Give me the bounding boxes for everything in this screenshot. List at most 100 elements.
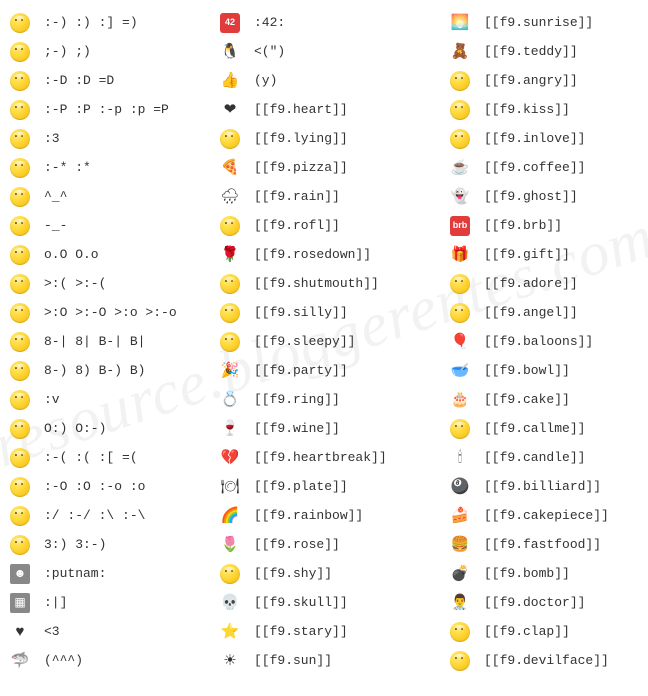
emoji-icon [10, 419, 30, 439]
emoji-code: :42: [254, 8, 285, 37]
emoji-code: [[f9.sun]] [254, 646, 332, 675]
emoji-icon: 🐧 [220, 42, 240, 62]
emoji-code: [[f9.wine]] [254, 414, 340, 443]
emoji-code: (y) [254, 66, 277, 95]
emoji-row: 🎱[[f9.billiard]] [450, 472, 648, 501]
emoji-row: 💔[[f9.heartbreak]] [220, 443, 450, 472]
emoji-icon: 🕯 [450, 448, 470, 468]
emoji-code: [[f9.coffee]] [484, 153, 585, 182]
emoji-icon [450, 622, 470, 642]
emoji-code: [[f9.shy]] [254, 559, 332, 588]
emoji-icon: 🌷 [220, 535, 240, 555]
emoji-row: 🥣[[f9.bowl]] [450, 356, 648, 385]
emoji-icon [10, 303, 30, 323]
emoji-code: :-D :D =D [44, 66, 114, 95]
emoji-icon [10, 245, 30, 265]
emoji-code: [[f9.doctor]] [484, 588, 585, 617]
emoji-code: [[f9.rainbow]] [254, 501, 363, 530]
emoji-icon [10, 42, 30, 62]
emoji-code: [[f9.cake]] [484, 385, 570, 414]
emoji-row: 🍕[[f9.pizza]] [220, 153, 450, 182]
emoji-icon [220, 303, 240, 323]
emoji-code: [[f9.cakepiece]] [484, 501, 609, 530]
emoji-row: 🍷[[f9.wine]] [220, 414, 450, 443]
emoji-icon: 🍽 [220, 477, 240, 497]
emoji-icon [220, 216, 240, 236]
emoji-code: [[f9.angry]] [484, 66, 578, 95]
emoji-icon [10, 390, 30, 410]
emoji-code: [[f9.clap]] [484, 617, 570, 646]
emoji-code: :-) :) :] =) [44, 8, 138, 37]
emoji-code: :-* :* [44, 153, 91, 182]
emoji-row: ♥<3 [10, 617, 220, 646]
emoji-code: >:O >:-O >:o >:-o [44, 298, 177, 327]
emoji-icon: 🌈 [220, 506, 240, 526]
emoji-row: o.O O.o [10, 240, 220, 269]
emoji-icon: brb [450, 216, 470, 236]
emoji-row: ^_^ [10, 182, 220, 211]
emoji-row: ▦ :|] [10, 588, 220, 617]
emoji-icon [450, 651, 470, 671]
emoji-icon [450, 419, 470, 439]
emoji-row: >:( >:-( [10, 269, 220, 298]
emoji-icon: ▦ [10, 593, 30, 613]
emoji-row: 🌅[[f9.sunrise]] [450, 8, 648, 37]
emoji-code: [[f9.lying]] [254, 124, 348, 153]
emoji-icon: 🎈 [450, 332, 470, 352]
emoji-icon: ☻ [10, 564, 30, 584]
emoji-icon [220, 332, 240, 352]
emoji-icon [10, 71, 30, 91]
emoji-icon: 👻 [450, 187, 470, 207]
emoji-icon: 💀 [220, 593, 240, 613]
emoji-code: [[f9.rofl]] [254, 211, 340, 240]
emoji-row: [[f9.inlove]] [450, 124, 648, 153]
emoji-code: :3 [44, 124, 60, 153]
column-3: 🌅[[f9.sunrise]]🧸[[f9.teddy]][[f9.angry]]… [450, 8, 648, 675]
emoji-row: 🌹[[f9.rosedown]] [220, 240, 450, 269]
emoji-row: 🎂 [[f9.cake]] [450, 385, 648, 414]
emoji-row: ❤[[f9.heart]] [220, 95, 450, 124]
emoji-icon [450, 71, 470, 91]
emoji-icon [10, 13, 30, 33]
emoji-row: 8-| 8| B-| B| [10, 327, 220, 356]
emoji-icon [450, 129, 470, 149]
emoji-row: ⭐[[f9.stary]] [220, 617, 450, 646]
emoji-icon [450, 274, 470, 294]
emoji-row: :-P :P :-p :p =P [10, 95, 220, 124]
emoji-code: :|] [44, 588, 67, 617]
emoji-icon [10, 448, 30, 468]
emoji-code: [[f9.adore]] [484, 269, 578, 298]
emoji-icon [10, 100, 30, 120]
emoji-code: [[f9.party]] [254, 356, 348, 385]
emoji-row: [[f9.rofl]] [220, 211, 450, 240]
emoji-row: 💀[[f9.skull]] [220, 588, 450, 617]
emoji-code: [[f9.plate]] [254, 472, 348, 501]
emoji-code: [[f9.teddy]] [484, 37, 578, 66]
emoji-row: :3 [10, 124, 220, 153]
emoji-icon [450, 303, 470, 323]
emoji-code: O:) O:-) [44, 414, 106, 443]
emoji-row: 👨‍⚕️[[f9.doctor]] [450, 588, 648, 617]
emoji-code: [[f9.shutmouth]] [254, 269, 379, 298]
emoji-row: [[f9.angry]] [450, 66, 648, 95]
emoji-icon: 🎂 [450, 390, 470, 410]
emoji-row: ☕[[f9.coffee]] [450, 153, 648, 182]
emoji-row: -_- [10, 211, 220, 240]
emoji-code: :-P :P :-p :p =P [44, 95, 169, 124]
emoji-row: :-O :O :-o :o [10, 472, 220, 501]
emoji-row: :-( :( :[ =( [10, 443, 220, 472]
emoji-row: [[f9.shy]] [220, 559, 450, 588]
emoji-code: [[f9.angel]] [484, 298, 578, 327]
emoji-icon [10, 187, 30, 207]
emoji-icon: 💣 [450, 564, 470, 584]
emoji-row: 🎉[[f9.party]] [220, 356, 450, 385]
emoji-row: 🌧[[f9.rain]] [220, 182, 450, 211]
emoji-code: [[f9.inlove]] [484, 124, 585, 153]
emoji-icon: ☀ [220, 651, 240, 671]
emoji-code: [[f9.baloons]] [484, 327, 593, 356]
emoji-row: 🌈 [[f9.rainbow]] [220, 501, 450, 530]
emoji-code: :v [44, 385, 60, 414]
column-1: :-) :) :] =);-) ;):-D :D =D:-P :P :-p :p… [10, 8, 220, 675]
emoji-icon [10, 535, 30, 555]
emoji-code: :putnam: [44, 559, 106, 588]
